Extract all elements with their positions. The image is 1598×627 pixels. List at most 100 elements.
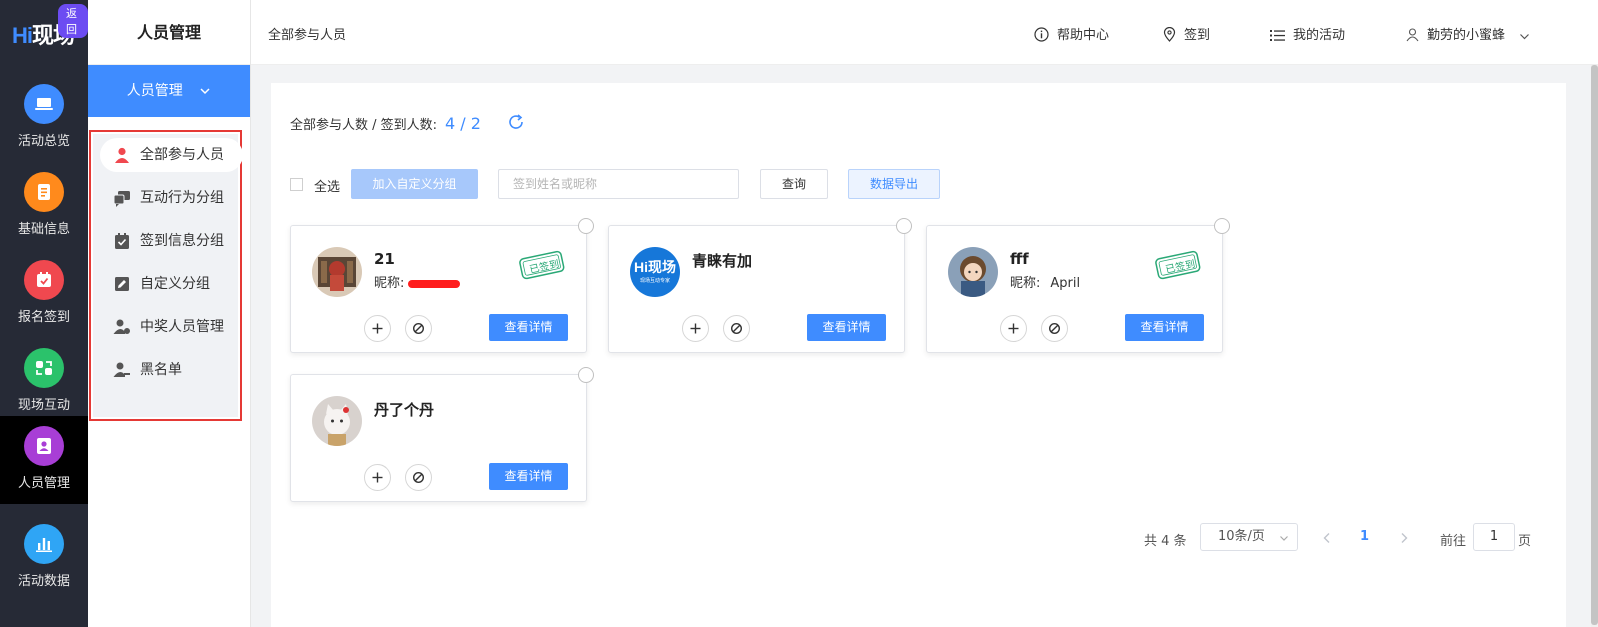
my-activities-label: 我的活动 (1293, 28, 1346, 43)
checkin-label: 签到 (1184, 28, 1211, 43)
block-button[interactable] (405, 315, 432, 342)
total-count: 共 4 条 (1144, 534, 1187, 549)
card-select-checkbox[interactable] (578, 218, 594, 234)
ban-icon (412, 322, 425, 335)
participant-stats: 全部参与人数 / 签到人数: 4 / 2 (290, 114, 481, 133)
rail-item-interaction[interactable]: 现场互动 (0, 338, 88, 426)
goto-label: 前往 (1440, 534, 1467, 549)
chat-group-icon (113, 191, 130, 207)
user-card-icon (24, 426, 64, 466)
query-button[interactable]: 查询 (760, 169, 828, 199)
avatar: Hi现场 现场互动专家 (630, 247, 680, 297)
ban-icon (1048, 322, 1061, 335)
card-select-checkbox[interactable] (1214, 218, 1230, 234)
rail-item-basic-info[interactable]: 基础信息 (0, 162, 88, 250)
menu-item-custom-group[interactable]: 自定义分组 (100, 267, 243, 301)
plus-icon (372, 323, 383, 334)
avatar (312, 396, 362, 446)
participant-name: 丹了个丹 (374, 401, 435, 419)
view-details-button[interactable]: 查看详情 (489, 463, 568, 490)
checkin-link[interactable]: 签到 (1163, 24, 1210, 43)
icon-rail: Hi现场 返回 活动总览 基础信息 报名签到 现场互动 人员管理 活动数据 (0, 0, 88, 627)
submenu-dropdown-label: 人员管理 (126, 83, 183, 99)
pagination: 共 4 条 10条/页 1 前往 1 页 (271, 523, 1566, 553)
avatar-logo-text: Hi现场 (634, 259, 676, 275)
goto-page-input[interactable]: 1 (1473, 523, 1515, 551)
scrollbar-thumb[interactable] (1591, 65, 1598, 625)
back-button[interactable]: 返回 (58, 4, 88, 38)
block-button[interactable] (723, 315, 750, 342)
rail-label: 基础信息 (17, 222, 70, 237)
checked-in-stamp: 已签到 (1154, 247, 1202, 289)
avatar (948, 247, 998, 297)
location-pin-icon (1163, 26, 1176, 42)
search-input[interactable]: 签到姓名或昵称 (498, 169, 739, 199)
interaction-icon (24, 348, 64, 388)
page-size-select[interactable]: 10条/页 (1200, 523, 1298, 551)
select-all-checkbox[interactable] (290, 178, 303, 191)
menu-item-winners[interactable]: 中奖人员管理 (100, 310, 243, 344)
stats-value: 4 / 2 (445, 114, 481, 133)
participant-card: 丹了个丹 查看详情 (290, 367, 594, 502)
scrollbar[interactable] (1591, 65, 1598, 627)
checkin-group-icon (115, 233, 129, 249)
my-activities-link[interactable]: 我的活动 (1270, 24, 1345, 43)
menu-item-all-participants[interactable]: 全部参与人员 (100, 138, 243, 172)
view-details-button[interactable]: 查看详情 (489, 314, 568, 341)
menu-item-interaction-group[interactable]: 互动行为分组 (100, 181, 243, 215)
current-page[interactable]: 1 (1360, 529, 1369, 544)
view-details-button[interactable]: 查看详情 (1125, 314, 1204, 341)
add-button[interactable] (364, 315, 391, 342)
add-button[interactable] (682, 315, 709, 342)
rail-label: 现场互动 (17, 398, 70, 413)
user-menu[interactable]: 勤劳的小蜜蜂 (1406, 24, 1530, 43)
participant-nickname: 昵称: April (1010, 272, 1080, 291)
refresh-icon[interactable] (507, 113, 525, 131)
add-button[interactable] (364, 464, 391, 491)
chevron-down-icon (1280, 536, 1288, 541)
page-suffix: 页 (1518, 534, 1532, 549)
card-select-checkbox[interactable] (896, 218, 912, 234)
rail-item-overview[interactable]: 活动总览 (0, 74, 88, 162)
menu-item-label: 全部参与人员 (140, 147, 224, 163)
menu-item-label: 互动行为分组 (140, 190, 224, 206)
rail-item-data[interactable]: 活动数据 (0, 514, 88, 602)
chevron-down-icon (200, 88, 210, 95)
card-select-checkbox[interactable] (578, 367, 594, 383)
submenu-dropdown[interactable]: 人员管理 (88, 65, 250, 117)
rail-item-people[interactable]: 人员管理 (0, 416, 88, 504)
block-button[interactable] (1041, 315, 1068, 342)
rail-label: 活动数据 (17, 574, 70, 589)
submenu-panel: 人员管理 人员管理 全部参与人员 互动行为分组 签到信息分组 自定义分组 中奖人… (88, 0, 251, 627)
calendar-check-icon (24, 260, 64, 300)
export-button[interactable]: 数据导出 (848, 169, 940, 199)
prev-page-icon[interactable] (1322, 532, 1332, 544)
menu-item-label: 中奖人员管理 (140, 319, 224, 335)
participant-name: fff (1010, 250, 1029, 268)
block-button[interactable] (405, 464, 432, 491)
info-icon (1034, 27, 1049, 42)
menu-item-label: 自定义分组 (140, 276, 210, 292)
plus-icon (1008, 323, 1019, 334)
rail-item-signup[interactable]: 报名签到 (0, 250, 88, 338)
add-button[interactable] (1000, 315, 1027, 342)
participant-name: 青睐有加 (692, 252, 753, 270)
select-all-label: 全选 (314, 180, 341, 195)
add-to-group-button[interactable]: 加入自定义分组 (351, 169, 478, 199)
menu-item-blacklist[interactable]: 黑名单 (100, 353, 243, 387)
help-center-link[interactable]: 帮助中心 (1034, 24, 1109, 43)
user-outline-icon (1406, 28, 1419, 42)
menu-item-checkin-group[interactable]: 签到信息分组 (100, 224, 243, 258)
ban-icon (730, 322, 743, 335)
rail-label: 活动总览 (17, 134, 70, 149)
help-center-label: 帮助中心 (1057, 28, 1110, 43)
next-page-icon[interactable] (1399, 532, 1409, 544)
nickname-label: 昵称: (374, 276, 405, 291)
submenu-title: 人员管理 (88, 0, 250, 65)
view-details-button[interactable]: 查看详情 (807, 314, 886, 341)
menu-list: 全部参与人员 互动行为分组 签到信息分组 自定义分组 中奖人员管理 黑名单 (93, 134, 243, 417)
bar-chart-icon (24, 524, 64, 564)
top-bar: 全部参与人员 帮助中心 签到 我的活动 勤劳的小蜜蜂 (251, 0, 1598, 65)
user-name: 勤劳的小蜜蜂 (1427, 28, 1506, 43)
participant-card: fff 昵称: April 已签到 查看详情 (926, 218, 1230, 353)
